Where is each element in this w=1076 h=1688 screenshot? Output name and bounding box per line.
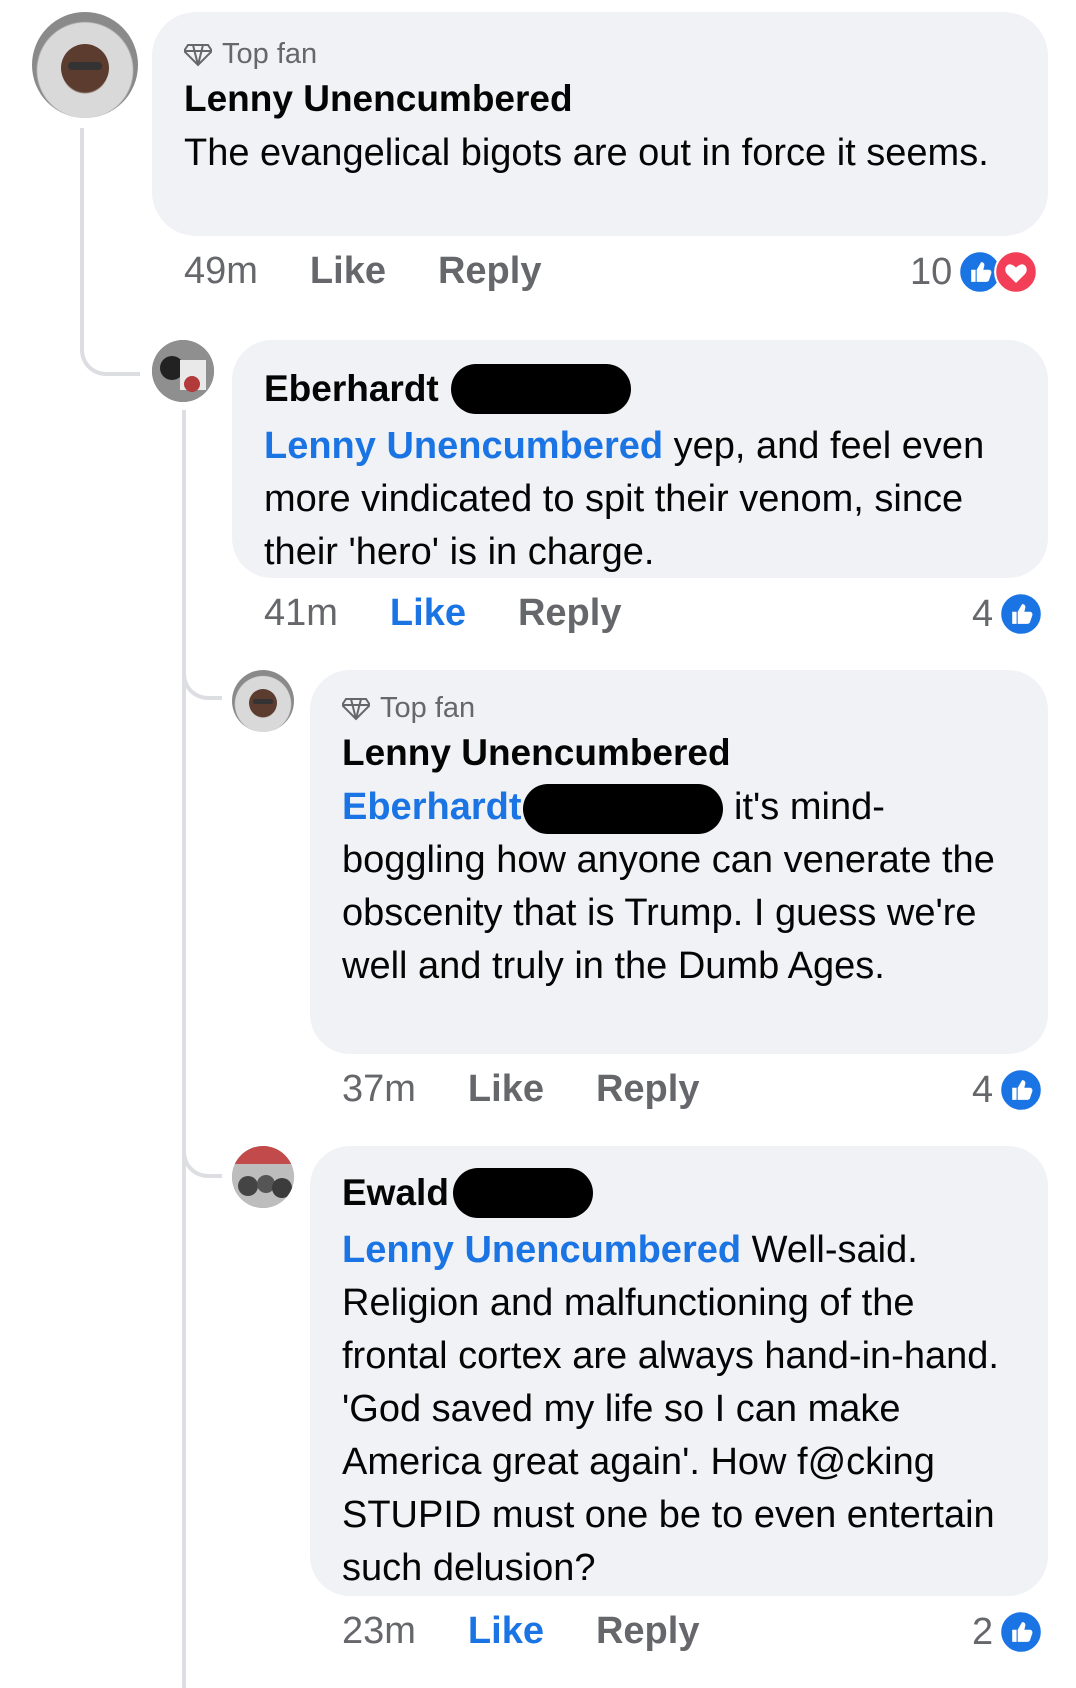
avatar-image xyxy=(249,689,277,717)
reply-button[interactable]: Reply xyxy=(596,1610,699,1653)
author-name[interactable]: Lenny Unencumbered xyxy=(342,731,731,775)
thread-elbow xyxy=(80,300,140,376)
like-button[interactable]: Like xyxy=(390,592,466,635)
top-fan-badge: Top fan xyxy=(184,38,1016,71)
author-name[interactable]: Lenny Unencumbered xyxy=(184,77,573,121)
like-icon xyxy=(999,592,1044,636)
reaction-count: 10 xyxy=(910,250,953,293)
author-name[interactable]: Ewald xyxy=(342,1171,449,1215)
badge-label: Top fan xyxy=(222,38,318,70)
top-fan-badge: Top fan xyxy=(342,692,1016,725)
comment-bubble: Top fan Lenny Unencumbered Eberhardt it'… xyxy=(310,670,1048,1054)
comment-bubble: Top fan Lenny Unencumbered The evangelic… xyxy=(152,12,1048,236)
comment-bubble: Ewald Lenny Unencumbered Well-said. Reli… xyxy=(310,1146,1048,1596)
comment-time[interactable]: 37m xyxy=(342,1068,416,1111)
redaction-mark xyxy=(523,783,724,834)
mention-link[interactable]: Eberhardt xyxy=(342,786,521,828)
comment-time[interactable]: 41m xyxy=(264,592,338,635)
comment-actions: 37m Like Reply xyxy=(342,1068,751,1111)
reaction-summary[interactable]: 4 xyxy=(972,1068,1044,1112)
mention-link[interactable]: Lenny Unencumbered xyxy=(342,1229,741,1271)
reaction-count: 4 xyxy=(972,1068,994,1111)
redaction-mark xyxy=(450,364,631,414)
comment-actions: 41m Like Reply xyxy=(264,592,673,635)
reaction-summary[interactable]: 2 xyxy=(972,1610,1044,1654)
mention-link[interactable]: Lenny Unencumbered xyxy=(264,425,663,467)
like-icon xyxy=(999,1610,1044,1654)
reaction-summary[interactable]: 10 xyxy=(910,250,1039,294)
reaction-count: 2 xyxy=(972,1610,994,1653)
like-button[interactable]: Like xyxy=(468,1610,544,1653)
author-name[interactable]: Eberhardt xyxy=(264,367,439,411)
thread-line xyxy=(80,128,84,308)
comment-text: Eberhardt it's mind-boggling how anyone … xyxy=(342,781,1016,993)
like-button[interactable]: Like xyxy=(468,1068,544,1111)
reply-button[interactable]: Reply xyxy=(518,592,621,635)
comment-actions: 23m Like Reply xyxy=(342,1610,751,1653)
avatar-image xyxy=(61,44,109,92)
comment-author[interactable]: Lenny Unencumbered xyxy=(342,731,1016,775)
avatar[interactable] xyxy=(232,1146,294,1208)
comment-bubble: Eberhardt Lenny Unencumbered yep, and fe… xyxy=(232,340,1048,578)
comment-text: Lenny Unencumbered Well-said. Religion a… xyxy=(342,1224,1016,1595)
avatar-image xyxy=(232,1146,294,1208)
comment-body: Well-said. Religion and malfunctioning o… xyxy=(342,1229,999,1589)
comment-author[interactable]: Eberhardt xyxy=(264,364,1016,414)
thread-line xyxy=(182,410,186,1688)
badge-label: Top fan xyxy=(380,692,476,724)
avatar-image xyxy=(152,340,214,402)
comment-actions: 49m Like Reply xyxy=(184,250,593,293)
reaction-summary[interactable]: 4 xyxy=(972,592,1044,636)
avatar[interactable] xyxy=(232,670,294,732)
avatar[interactable] xyxy=(32,12,138,118)
diamond-icon xyxy=(342,697,370,720)
thread-elbow xyxy=(182,1128,222,1178)
reaction-count: 4 xyxy=(972,592,994,635)
comment-text: Lenny Unencumbered yep, and feel even mo… xyxy=(264,420,1016,579)
comment-text: The evangelical bigots are out in force … xyxy=(184,132,989,174)
comment-author[interactable]: Ewald xyxy=(342,1168,1016,1218)
diamond-icon xyxy=(184,43,212,66)
reply-button[interactable]: Reply xyxy=(596,1068,699,1111)
redaction-mark xyxy=(452,1168,593,1218)
like-button[interactable]: Like xyxy=(310,250,386,293)
reply-button[interactable]: Reply xyxy=(438,250,541,293)
comment-author[interactable]: Lenny Unencumbered xyxy=(184,77,1016,121)
comment-time[interactable]: 23m xyxy=(342,1610,416,1653)
like-icon xyxy=(999,1068,1044,1112)
comment-time[interactable]: 49m xyxy=(184,250,258,293)
avatar[interactable] xyxy=(152,340,214,402)
love-icon xyxy=(994,250,1039,294)
thread-elbow xyxy=(182,650,222,700)
